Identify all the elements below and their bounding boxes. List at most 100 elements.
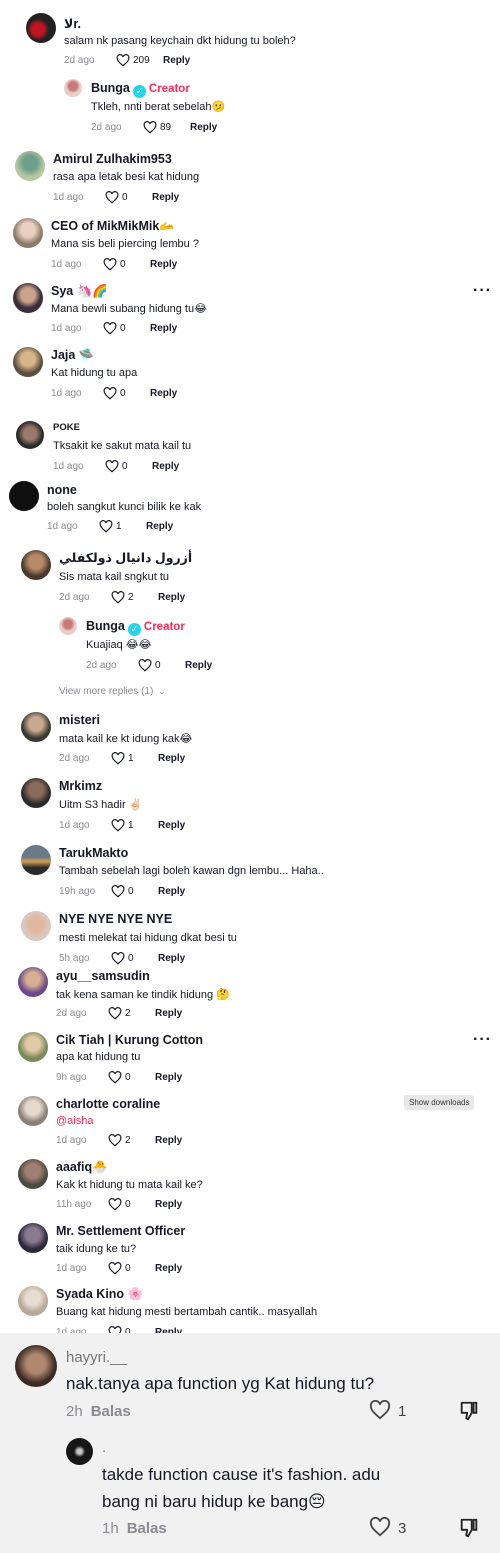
avatar[interactable] <box>15 1345 57 1387</box>
comment-username[interactable]: ayu__samsudin <box>56 969 150 983</box>
avatar[interactable] <box>18 1286 48 1316</box>
avatar[interactable] <box>9 481 39 511</box>
heart-icon[interactable] <box>369 1399 391 1425</box>
mention-link[interactable]: @aisha <box>56 1115 93 1127</box>
heart-icon[interactable] <box>108 1007 122 1020</box>
avatar[interactable] <box>18 1032 48 1062</box>
avatar[interactable] <box>21 550 51 580</box>
heart-icon[interactable] <box>108 1262 122 1275</box>
comment-username[interactable]: misteri <box>59 713 100 727</box>
reply-button[interactable]: Reply <box>155 1072 182 1083</box>
heart-icon[interactable] <box>369 1516 391 1542</box>
comment-username[interactable]: TarukMakto <box>59 846 128 860</box>
comment-username[interactable]: Amirul Zulhakim953 <box>53 152 172 166</box>
more-options-icon[interactable]: ··· <box>473 1031 492 1049</box>
heart-icon[interactable] <box>105 460 119 473</box>
reply-button[interactable]: Reply <box>150 323 177 334</box>
heart-icon[interactable] <box>111 885 125 898</box>
heart-icon[interactable] <box>108 1071 122 1084</box>
heart-icon[interactable] <box>103 258 117 271</box>
comment-username[interactable]: Mrkimz <box>59 779 102 793</box>
comment-username[interactable]: . <box>102 1439 106 1456</box>
avatar[interactable] <box>13 347 43 377</box>
reply-button[interactable]: Reply <box>146 521 173 532</box>
avatar[interactable] <box>26 13 56 43</box>
more-options-icon[interactable]: ··· <box>473 282 492 300</box>
comment-username[interactable]: hayyri.__ <box>66 1349 127 1366</box>
reply-button[interactable]: Reply <box>155 1008 182 1019</box>
reply-button[interactable]: Reply <box>155 1263 182 1274</box>
reply-button[interactable]: Reply <box>158 886 185 897</box>
comment-username[interactable]: ﻻr. <box>64 16 81 31</box>
comment-time: 1d ago <box>51 388 82 399</box>
heart-icon[interactable] <box>103 387 117 400</box>
reply-button[interactable]: Reply <box>158 592 185 603</box>
heart-icon[interactable] <box>138 659 152 672</box>
comment-username[interactable]: charlotte coraline <box>56 1097 160 1111</box>
dislike-icon[interactable] <box>458 1517 480 1544</box>
avatar[interactable] <box>21 845 51 875</box>
comment-meta: 1d ago 0 Reply <box>51 322 177 335</box>
heart-icon[interactable] <box>111 591 125 604</box>
username-text[interactable]: Bunga <box>86 619 125 633</box>
reply-button[interactable]: Reply <box>152 192 179 203</box>
like-count: 209 <box>133 55 150 66</box>
comment-username[interactable]: CEO of MikMikMik🫴 <box>51 219 175 234</box>
heart-icon[interactable] <box>108 1198 122 1211</box>
heart-icon[interactable] <box>111 952 125 965</box>
heart-icon[interactable] <box>99 520 113 533</box>
avatar[interactable] <box>21 712 51 742</box>
dislike-icon[interactable] <box>458 1400 480 1427</box>
reply-button[interactable]: Reply <box>163 55 190 66</box>
view-more-label[interactable]: View more replies (1) <box>59 686 153 697</box>
comment-username[interactable]: Bunga ✓ Creator <box>91 81 190 98</box>
heart-icon[interactable] <box>103 322 117 335</box>
reply-button[interactable]: Reply <box>155 1199 182 1210</box>
reply-button[interactable]: Reply <box>185 660 212 671</box>
reply-button[interactable]: Balas <box>127 1520 167 1537</box>
avatar[interactable] <box>18 1223 48 1253</box>
avatar[interactable] <box>13 218 43 248</box>
reply-button[interactable]: Reply <box>190 122 217 133</box>
comment-text: boleh sangkut kunci bilik ke kak <box>47 501 202 513</box>
reply-button[interactable]: Reply <box>150 259 177 270</box>
avatar[interactable] <box>18 1096 48 1126</box>
view-more-replies[interactable]: View more replies (1) ⌄ <box>59 686 166 697</box>
comment-username[interactable]: aaafiq🐣 <box>56 1160 108 1175</box>
heart-icon[interactable] <box>105 191 119 204</box>
reply-button[interactable]: Reply <box>150 388 177 399</box>
comment-username[interactable]: NYE NYE NYE NYE <box>59 912 172 926</box>
comment-username[interactable]: Syada Kino 🌸 <box>56 1287 143 1302</box>
heart-icon[interactable] <box>111 819 125 832</box>
avatar[interactable] <box>16 421 44 449</box>
avatar[interactable] <box>18 1159 48 1189</box>
comment-username[interactable]: Jaja 🛸 <box>51 348 94 363</box>
avatar[interactable] <box>21 778 51 808</box>
reply-button[interactable]: Balas <box>91 1403 131 1420</box>
comment-username[interactable]: Cik Tiah | Kurung Cotton <box>56 1033 203 1047</box>
avatar[interactable] <box>13 283 43 313</box>
avatar[interactable] <box>59 617 77 635</box>
reply-button[interactable]: Reply <box>155 1135 182 1146</box>
avatar[interactable] <box>21 911 51 941</box>
comment-meta: 2d ago 0 Reply <box>86 659 212 672</box>
avatar[interactable] <box>66 1438 93 1465</box>
comment-username[interactable]: POKE <box>53 422 80 433</box>
reply-button[interactable]: Reply <box>152 461 179 472</box>
heart-icon[interactable] <box>116 54 130 67</box>
reply-button[interactable]: Reply <box>158 953 185 964</box>
heart-icon[interactable] <box>143 121 157 134</box>
avatar[interactable] <box>64 79 82 97</box>
comment-username[interactable]: none <box>47 483 77 497</box>
avatar[interactable] <box>18 967 48 997</box>
avatar[interactable] <box>15 151 45 181</box>
comment-username[interactable]: Bunga ✓ Creator <box>86 619 185 636</box>
comment-username[interactable]: Mr. Settlement Officer <box>56 1224 185 1238</box>
reply-button[interactable]: Reply <box>158 753 185 764</box>
heart-icon[interactable] <box>111 752 125 765</box>
comment-username[interactable]: Sya 🦄🌈 <box>51 284 108 299</box>
comment-username[interactable]: أزرول دانيال ذولكفلي <box>59 550 192 565</box>
reply-button[interactable]: Reply <box>158 820 185 831</box>
heart-icon[interactable] <box>108 1134 122 1147</box>
username-text[interactable]: Bunga <box>91 81 130 95</box>
